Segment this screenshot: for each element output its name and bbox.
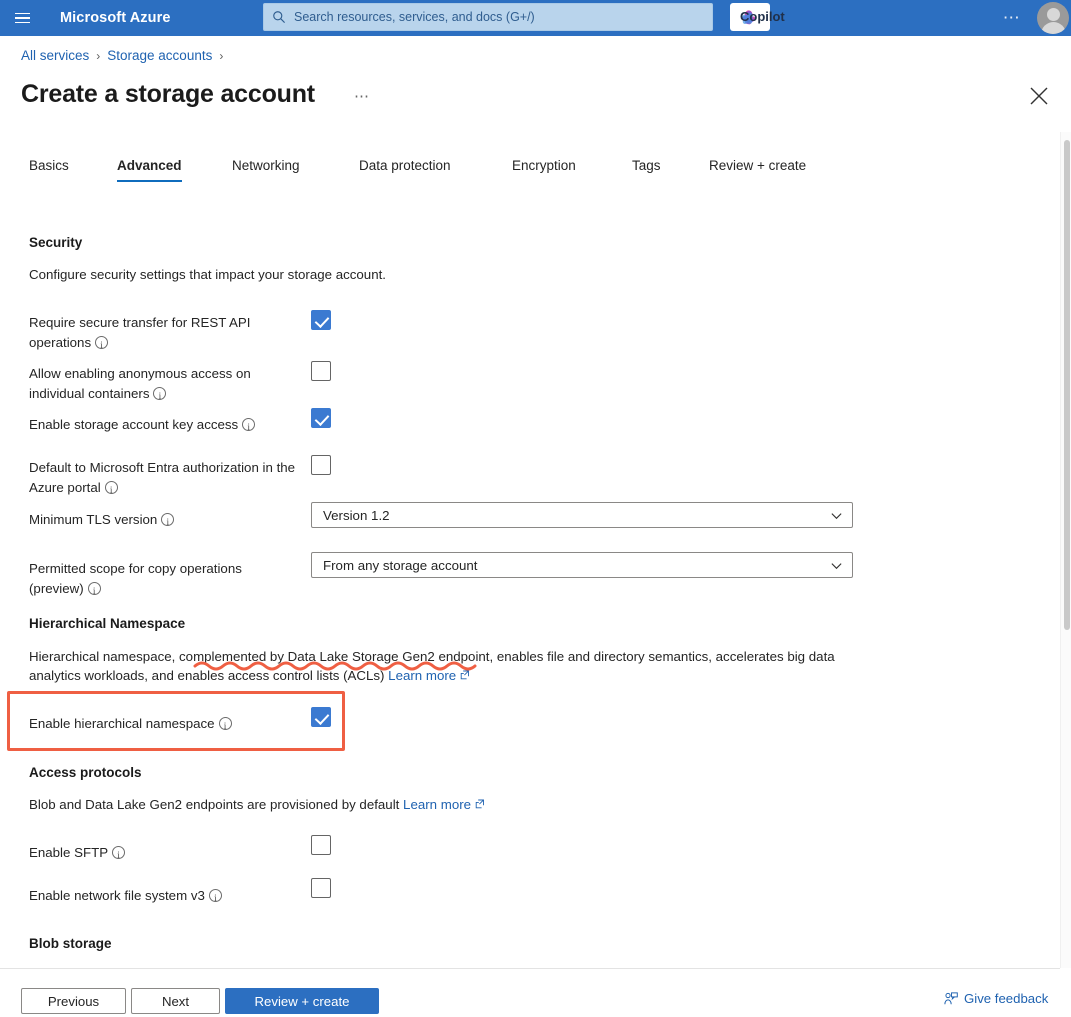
enable-sftp-label: Enable SFTP — [29, 843, 126, 866]
give-feedback-label: Give feedback — [964, 991, 1049, 1006]
tls-version-label: Minimum TLS version — [29, 510, 175, 533]
page-title: Create a storage account — [21, 80, 315, 108]
copilot-label: Copilot — [740, 9, 785, 24]
tls-version-select[interactable]: Version 1.2 — [311, 502, 853, 528]
copy-scope-label: Permitted scope for copy operations (pre… — [29, 559, 299, 602]
search-icon — [273, 11, 286, 24]
tab-advanced[interactable]: Advanced — [117, 158, 182, 182]
feedback-person-icon — [944, 991, 958, 1004]
avatar-head — [1046, 7, 1060, 21]
access-protocols-description: Blob and Data Lake Gen2 endpoints are pr… — [29, 795, 749, 814]
breadcrumb-separator-2: › — [219, 48, 224, 63]
info-icon[interactable] — [218, 717, 232, 737]
breadcrumb-item-storage-accounts[interactable]: Storage accounts — [107, 48, 212, 63]
info-icon[interactable] — [95, 336, 109, 356]
tls-version-label-text: Minimum TLS version — [29, 512, 158, 527]
secure-transfer-label: Require secure transfer for REST API ope… — [29, 313, 294, 356]
hierarchical-namespace-description: Hierarchical namespace, complemented by … — [29, 647, 854, 685]
security-description: Configure security settings that impact … — [29, 267, 386, 282]
enable-hns-checkbox[interactable] — [311, 707, 331, 727]
tab-bar: Basics Advanced Networking Data protecti… — [0, 158, 1060, 192]
security-heading: Security — [29, 235, 83, 250]
brand-label[interactable]: Microsoft Azure — [60, 10, 171, 26]
enable-hns-label-text: Enable hierarchical namespace — [29, 716, 215, 731]
breadcrumb-item-all-services[interactable]: All services — [21, 48, 89, 63]
enable-nfsv3-label: Enable network file system v3 — [29, 886, 222, 909]
give-feedback-button[interactable]: Give feedback — [944, 991, 1048, 1006]
blob-storage-heading: Blob storage — [29, 936, 112, 951]
tab-data-protection[interactable]: Data protection — [359, 158, 451, 182]
info-icon[interactable] — [153, 387, 167, 407]
close-icon[interactable] — [1028, 85, 1050, 107]
vertical-scrollbar[interactable] — [1060, 132, 1071, 968]
copy-scope-label-text: Permitted scope for copy operations (pre… — [29, 561, 242, 596]
chevron-down-icon — [831, 512, 842, 519]
anonymous-access-label-text: Allow enabling anonymous access on indiv… — [29, 366, 251, 401]
tab-basics[interactable]: Basics — [29, 158, 69, 182]
copy-scope-value: From any storage account — [323, 557, 478, 573]
review-create-button[interactable]: Review + create — [225, 988, 379, 1014]
info-icon[interactable] — [242, 418, 256, 438]
copilot-button[interactable]: Copilot — [730, 3, 785, 31]
info-icon[interactable] — [161, 513, 175, 533]
anonymous-access-checkbox[interactable] — [311, 361, 331, 381]
enable-sftp-label-text: Enable SFTP — [29, 845, 109, 860]
anonymous-access-label: Allow enabling anonymous access on indiv… — [29, 364, 294, 407]
chevron-down-icon — [831, 562, 842, 569]
access-protocols-learn-more-link[interactable]: Learn more — [403, 797, 471, 812]
info-icon[interactable] — [208, 889, 222, 909]
info-icon[interactable] — [104, 481, 118, 501]
key-access-label: Enable storage account key access — [29, 415, 304, 438]
previous-button[interactable]: Previous — [21, 988, 126, 1014]
external-link-icon — [460, 670, 470, 680]
access-protocols-heading: Access protocols — [29, 765, 142, 780]
page-more-icon[interactable]: ⋯ — [354, 89, 370, 104]
tab-encryption[interactable]: Encryption — [512, 158, 576, 182]
breadcrumb: All services › Storage accounts › — [21, 48, 230, 63]
info-icon[interactable] — [112, 846, 126, 866]
hamburger-icon[interactable] — [0, 0, 44, 36]
access-protocols-description-text: Blob and Data Lake Gen2 endpoints are pr… — [29, 797, 404, 812]
entra-default-label: Default to Microsoft Entra authorization… — [29, 458, 305, 501]
enable-hns-label: Enable hierarchical namespace — [29, 714, 232, 737]
tab-tags[interactable]: Tags — [632, 158, 661, 182]
hierarchical-namespace-heading: Hierarchical Namespace — [29, 616, 186, 631]
breadcrumb-separator: › — [96, 48, 101, 63]
avatar-body — [1040, 22, 1066, 34]
enable-nfsv3-label-text: Enable network file system v3 — [29, 888, 205, 903]
tab-networking[interactable]: Networking — [232, 158, 300, 182]
enable-sftp-checkbox[interactable] — [311, 835, 331, 855]
tab-review-create[interactable]: Review + create — [709, 158, 806, 182]
key-access-checkbox[interactable] — [311, 408, 331, 428]
topbar-more-icon[interactable]: ⋯ — [998, 0, 1026, 36]
search-placeholder: Search resources, services, and docs (G+… — [294, 10, 535, 24]
tls-version-value: Version 1.2 — [323, 507, 390, 523]
enable-nfsv3-checkbox[interactable] — [311, 878, 331, 898]
search-input[interactable]: Search resources, services, and docs (G+… — [263, 3, 713, 31]
copy-scope-select[interactable]: From any storage account — [311, 552, 853, 578]
avatar[interactable] — [1037, 2, 1069, 34]
next-button[interactable]: Next — [131, 988, 220, 1014]
entra-default-checkbox[interactable] — [311, 455, 331, 475]
secure-transfer-checkbox[interactable] — [311, 310, 331, 330]
hns-learn-more-link[interactable]: Learn more — [388, 668, 456, 683]
info-icon[interactable] — [87, 582, 101, 602]
external-link-icon — [475, 799, 484, 809]
key-access-label-text: Enable storage account key access — [29, 417, 239, 432]
entra-default-label-text: Default to Microsoft Entra authorization… — [29, 460, 296, 495]
scrollbar-thumb[interactable] — [1063, 140, 1070, 630]
wizard-footer: Previous Next Review + create Give feedb… — [0, 968, 1060, 1017]
secure-transfer-label-text: Require secure transfer for REST API ope… — [29, 315, 251, 350]
